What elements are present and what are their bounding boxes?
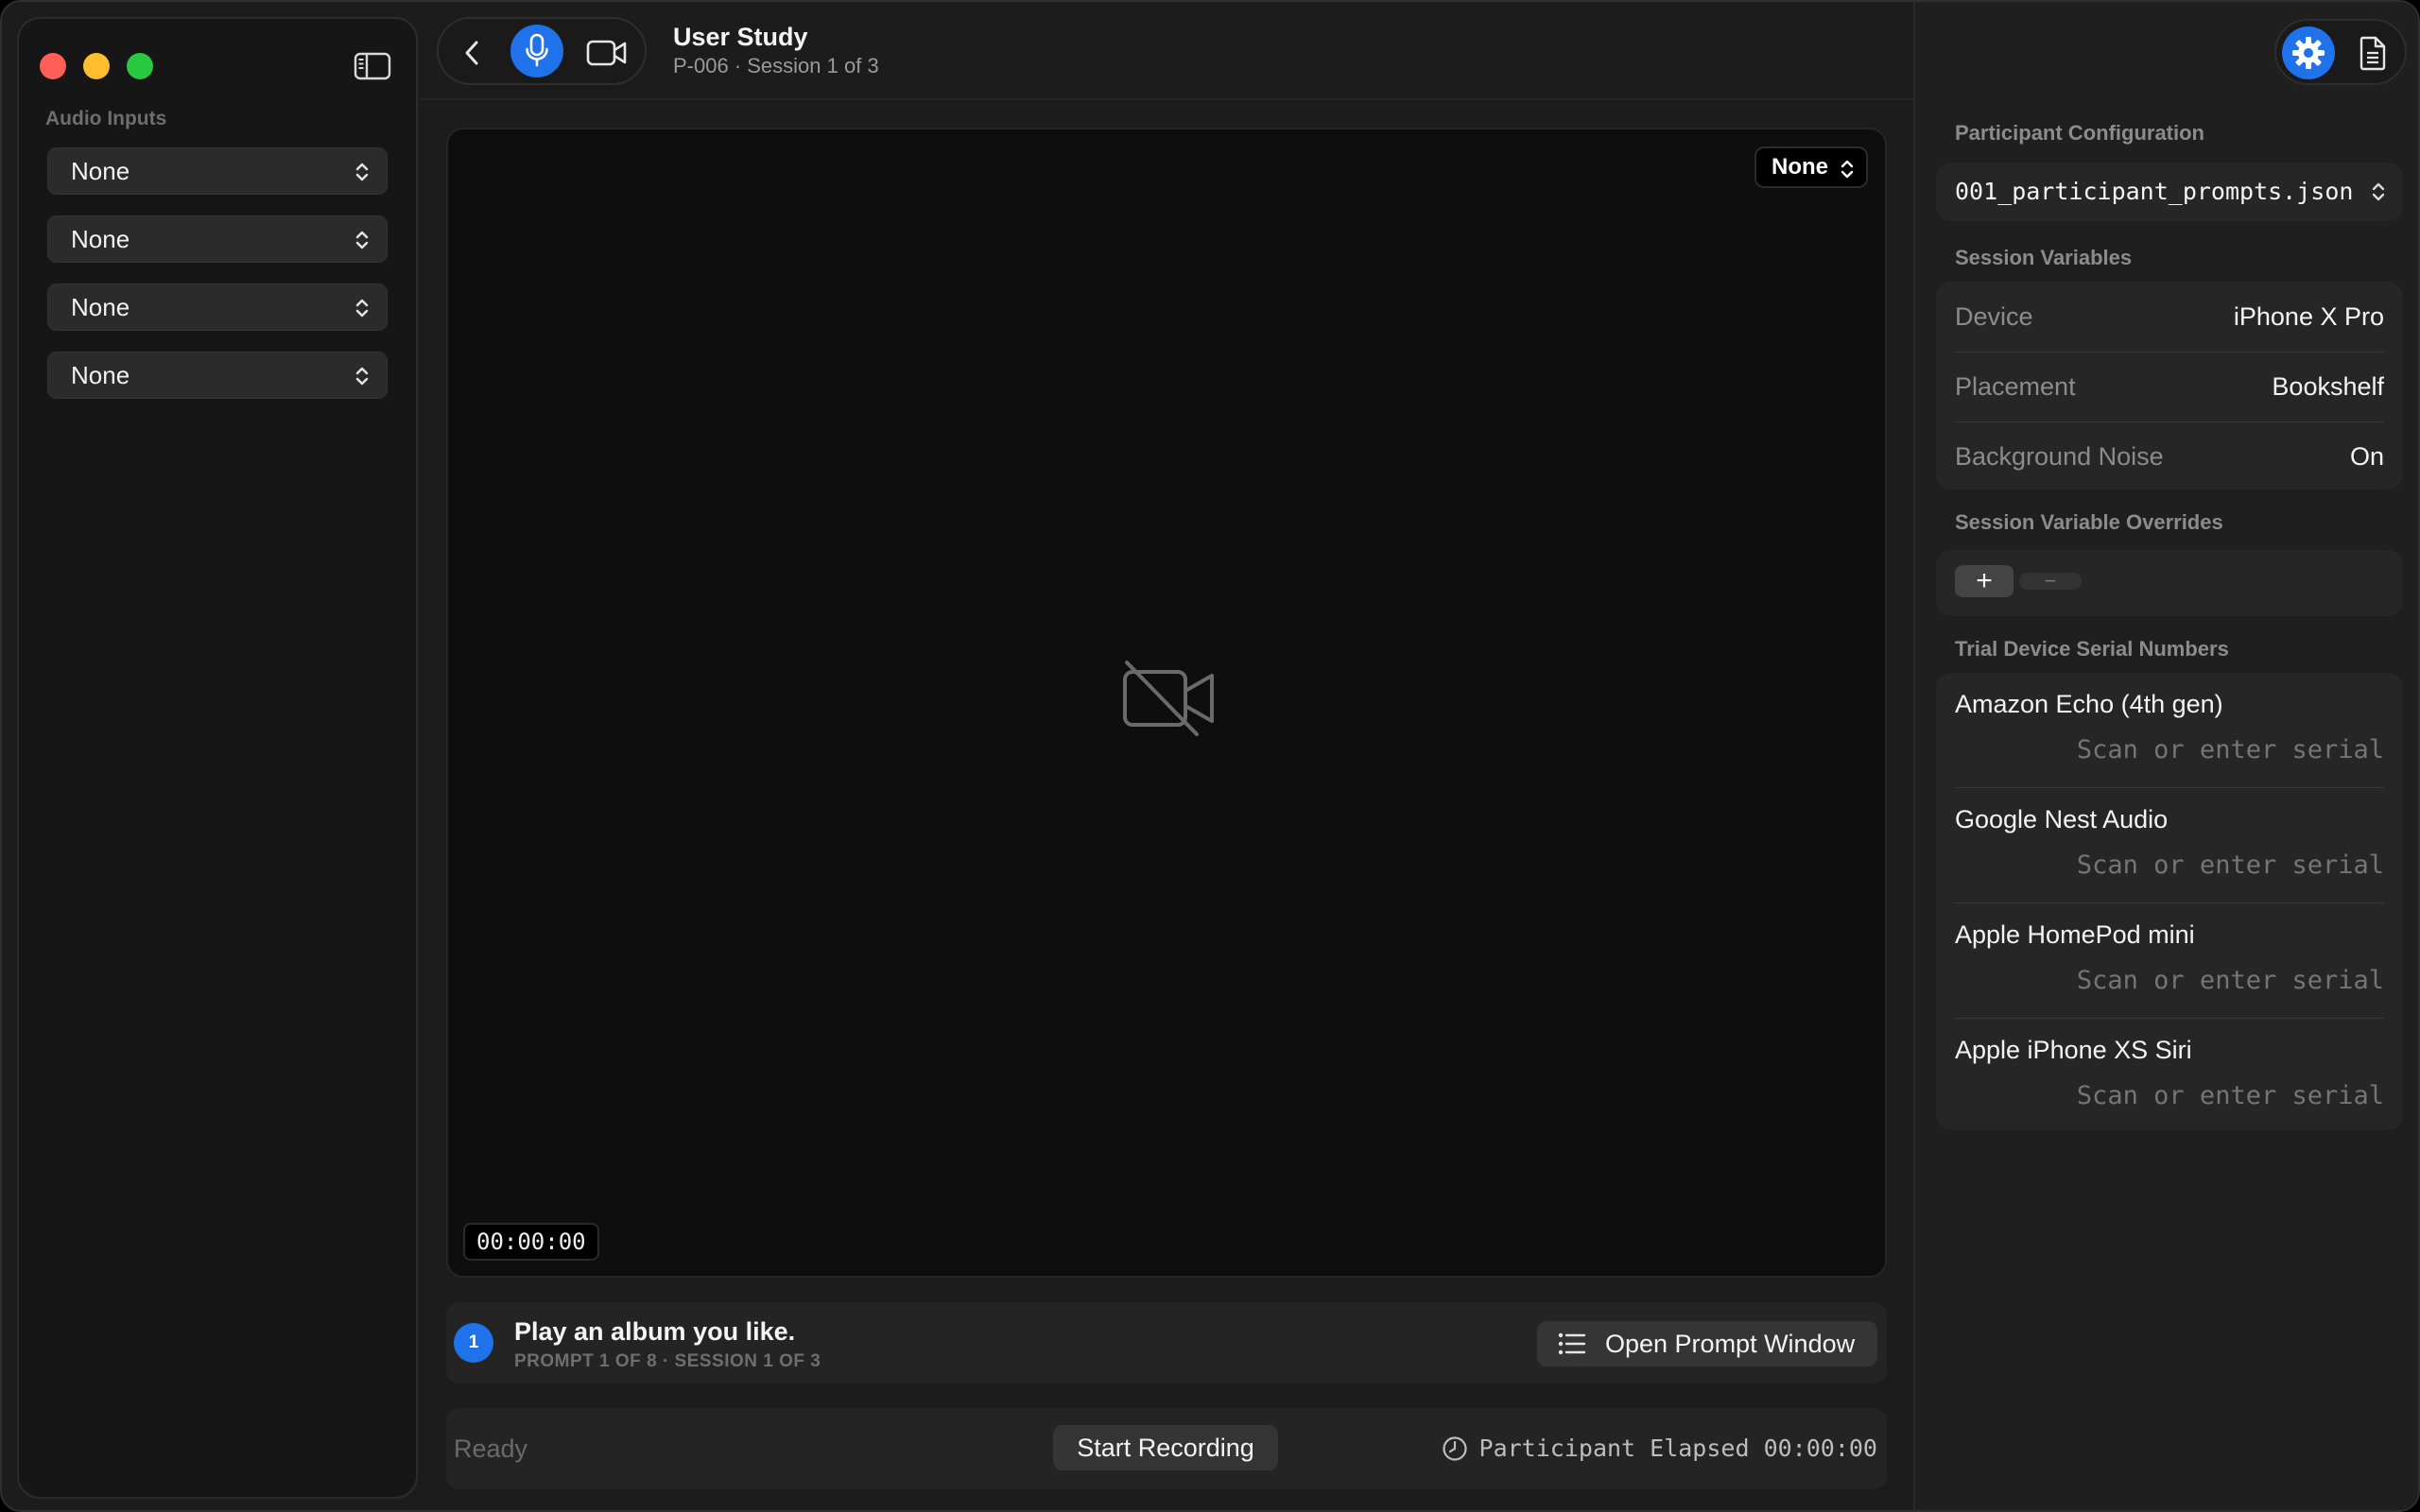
back-button[interactable] (446, 28, 499, 77)
chevron-up-down-icon (355, 163, 369, 181)
minimize-window-button[interactable] (83, 53, 110, 79)
variable-key: Background Noise (1955, 441, 2164, 471)
clock-icon (1442, 1435, 1467, 1461)
session-variables-list: Device iPhone X Pro Placement Bookshelf … (1936, 282, 2403, 490)
toolbar-divider (420, 98, 1913, 100)
app-window: Audio Inputs None None None None User St… (0, 0, 2420, 1512)
start-recording-button[interactable]: Start Recording (1053, 1425, 1278, 1470)
session-variables-label: Session Variables (1955, 246, 2133, 269)
serial-input[interactable] (2044, 735, 2384, 765)
zoom-window-button[interactable] (127, 53, 153, 79)
participant-config-label: Participant Configuration (1955, 121, 2204, 145)
chevron-up-down-icon (2372, 182, 2385, 201)
gear-icon (2292, 37, 2325, 69)
document-icon (2360, 36, 2386, 71)
audio-inputs-label: Audio Inputs (45, 108, 167, 129)
serial-numbers-list: Amazon Echo (4th gen) Google Nest Audio … (1936, 673, 2403, 1130)
window-subtitle: P-006 · Session 1 of 3 (673, 54, 879, 77)
prompt-meta: PROMPT 1 OF 8 · SESSION 1 OF 3 (514, 1351, 821, 1371)
elapsed-time: 00:00:00 (1763, 1435, 1877, 1462)
participant-elapsed: Participant Elapsed 00:00:00 (1442, 1435, 1877, 1462)
inspector-panel: Participant Configuration 001_participan… (1913, 2, 2418, 1510)
camera-select-value: None (1772, 154, 1828, 180)
microphone-icon (526, 33, 548, 67)
device-name: Amazon Echo (4th gen) (1955, 690, 2223, 718)
chevron-left-icon (465, 41, 478, 65)
list-icon (1558, 1332, 1586, 1355)
serial-row: Google Nest Audio (1955, 788, 2384, 903)
document-tab[interactable] (2350, 30, 2395, 76)
session-variable-row: Device iPhone X Pro (1955, 282, 2384, 352)
chevron-up-down-icon (355, 367, 369, 386)
prompt-text: Play an album you like. (514, 1317, 796, 1346)
elapsed-label: Participant Elapsed (1478, 1435, 1750, 1462)
sidebar: Audio Inputs None None None None (17, 17, 418, 1499)
variable-key: Device (1955, 301, 2033, 331)
video-camera-icon (586, 40, 627, 66)
chevron-up-down-icon (1841, 160, 1854, 179)
sidebar-toggle-icon[interactable] (354, 51, 391, 81)
video-timecode: 00:00:00 (463, 1223, 599, 1261)
close-window-button[interactable] (40, 53, 66, 79)
participant-config-file: 001_participant_prompts.json (1955, 178, 2354, 205)
serial-row: Amazon Echo (4th gen) (1955, 673, 2384, 788)
audio-input-select-4[interactable]: None (47, 352, 388, 399)
variable-value: On (2349, 441, 2384, 471)
open-prompt-window-button[interactable]: Open Prompt Window (1537, 1321, 1877, 1366)
variable-key: Placement (1955, 371, 2076, 401)
video-preview: None 00:00:00 (446, 128, 1887, 1278)
session-variable-row: Placement Bookshelf (1955, 352, 2384, 421)
serial-input[interactable] (2044, 850, 2384, 880)
serial-row: Apple HomePod mini (1955, 903, 2384, 1019)
audio-input-value: None (71, 292, 130, 321)
serial-input[interactable] (2044, 1081, 2384, 1110)
session-variable-row: Background Noise On (1955, 421, 2384, 491)
toolbar-nav-group (437, 17, 647, 85)
participant-config-select[interactable]: 001_participant_prompts.json (1936, 163, 2403, 221)
variable-value: Bookshelf (2272, 371, 2384, 401)
prompt-bar: 1 Play an album you like. PROMPT 1 OF 8 … (446, 1302, 1887, 1383)
camera-mode-button[interactable] (580, 28, 633, 77)
overrides-card: + − (1936, 550, 2403, 616)
audio-input-select-1[interactable]: None (47, 147, 388, 195)
device-name: Google Nest Audio (1955, 805, 2169, 833)
audio-input-select-2[interactable]: None (47, 215, 388, 263)
device-name: Apple iPhone XS Siri (1955, 1036, 2192, 1064)
remove-override-button[interactable]: − (2019, 571, 2082, 592)
open-prompt-window-label: Open Prompt Window (1605, 1329, 1856, 1358)
serial-row: Apple iPhone XS Siri (1955, 1019, 2384, 1134)
video-off-icon (1123, 661, 1214, 736)
audio-input-value: None (71, 156, 130, 185)
chevron-up-down-icon (355, 231, 369, 249)
inspector-tabs (2274, 19, 2407, 85)
recording-status: Ready (454, 1435, 528, 1463)
audio-input-value: None (71, 360, 130, 389)
chevron-up-down-icon (355, 299, 369, 318)
audio-input-value: None (71, 224, 130, 253)
audio-input-select-3[interactable]: None (47, 284, 388, 331)
serials-label: Trial Device Serial Numbers (1955, 637, 2229, 661)
camera-select[interactable]: None (1754, 146, 1868, 188)
overrides-label: Session Variable Overrides (1955, 510, 2223, 534)
microphone-mode-button[interactable] (510, 25, 563, 77)
variable-value: iPhone X Pro (2233, 301, 2384, 331)
status-bar: Ready Start Recording Participant Elapse… (446, 1408, 1887, 1489)
window-title: User Study (673, 23, 808, 51)
prompt-number-badge: 1 (454, 1323, 493, 1363)
device-name: Apple HomePod mini (1955, 920, 2195, 949)
settings-tab[interactable] (2282, 26, 2335, 79)
serial-input[interactable] (2044, 966, 2384, 995)
add-override-button[interactable]: + (1955, 565, 2014, 597)
